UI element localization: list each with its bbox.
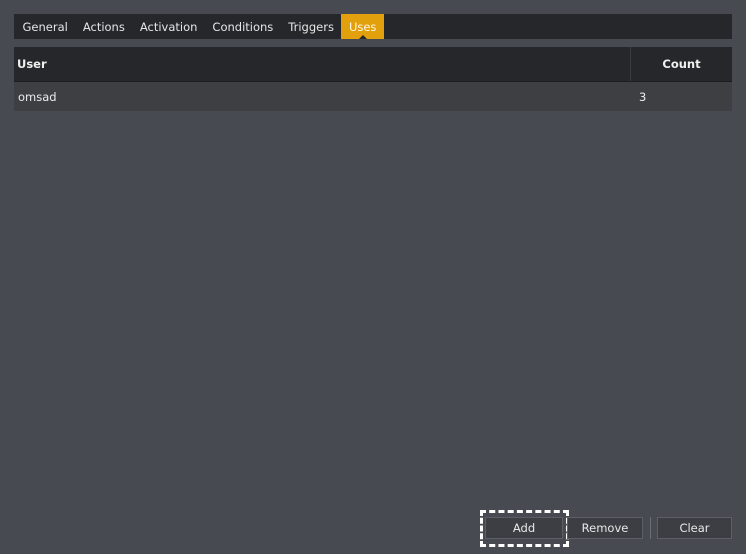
uses-table: User Count omsad 3 (14, 47, 732, 111)
tab-actions[interactable]: Actions (75, 14, 132, 39)
table-header: User Count (14, 47, 732, 82)
column-header-count[interactable]: Count (631, 47, 732, 81)
clear-button[interactable]: Clear (657, 517, 732, 539)
tab-bar: General Actions Activation Conditions Tr… (14, 14, 732, 39)
button-separator (650, 517, 651, 539)
table-row[interactable]: omsad 3 (14, 82, 732, 111)
cell-user: omsad (18, 89, 57, 104)
column-header-user[interactable]: User (14, 47, 631, 81)
add-button[interactable]: Add (485, 517, 563, 539)
tab-activation[interactable]: Activation (132, 14, 205, 39)
tab-general[interactable]: General (15, 14, 75, 39)
remove-button[interactable]: Remove (567, 517, 643, 539)
tab-uses[interactable]: Uses (341, 14, 384, 39)
cell-count: 3 (639, 89, 647, 104)
tab-conditions[interactable]: Conditions (205, 14, 281, 39)
tab-triggers[interactable]: Triggers (281, 14, 342, 39)
